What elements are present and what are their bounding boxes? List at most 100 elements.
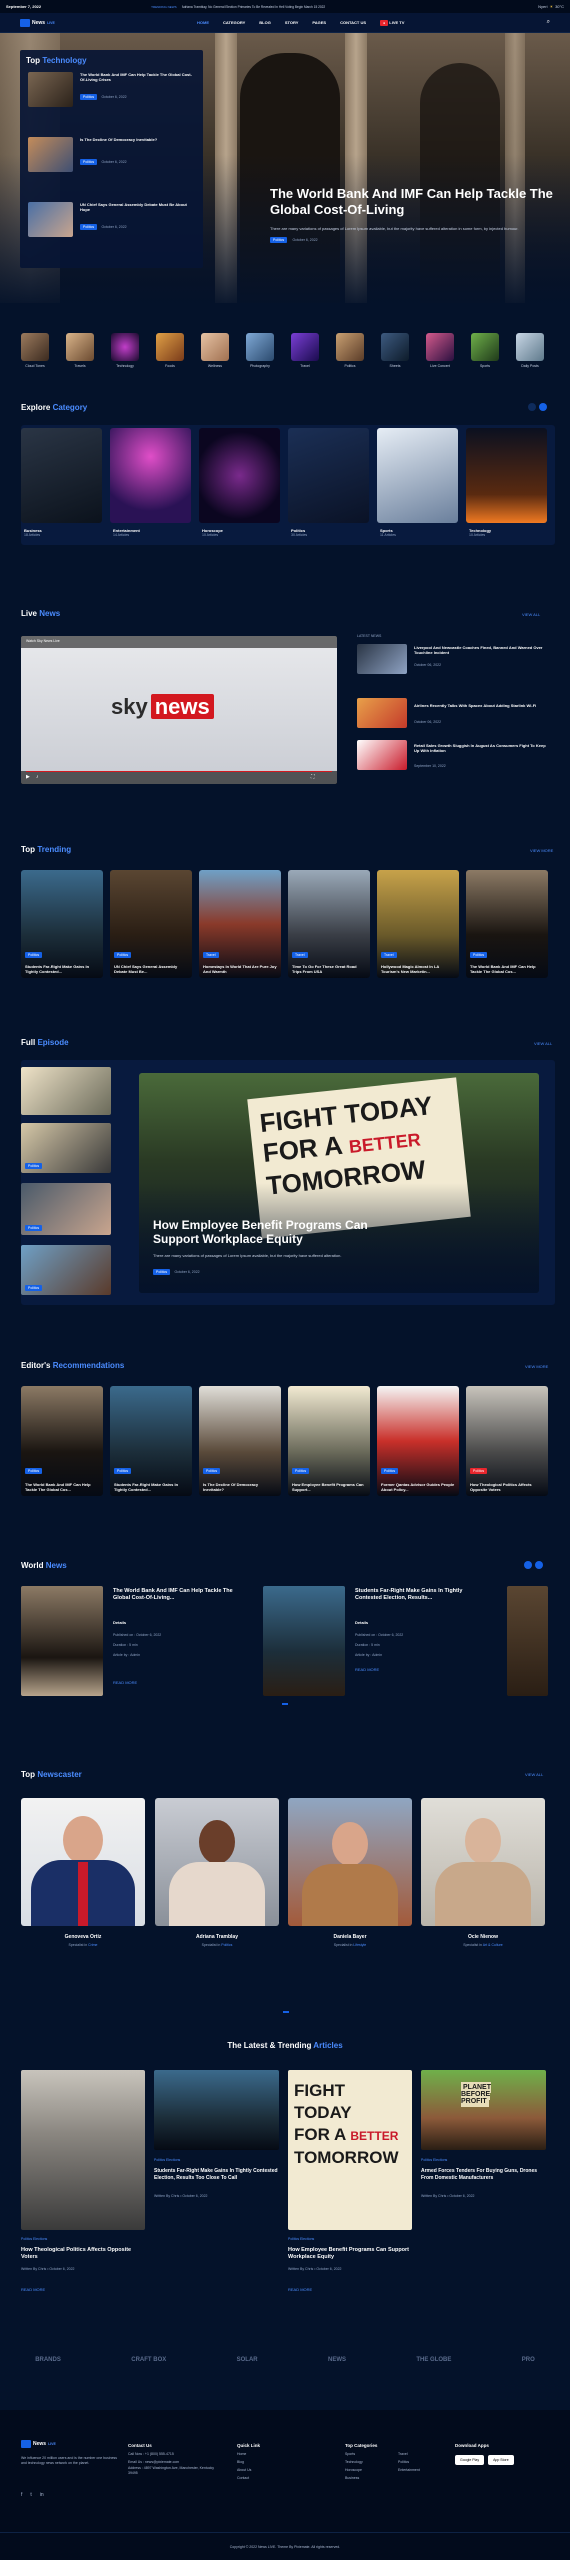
linkedin-icon[interactable]: in [40, 2492, 44, 2498]
brand-logo[interactable]: BRANDS [35, 2357, 61, 2363]
trending-card[interactable]: Politics The World Bank And IMF Can Help … [466, 870, 548, 978]
world-thumb[interactable] [507, 1586, 548, 1696]
trending-card[interactable]: Politics UN Chief Says General Assembly D… [110, 870, 192, 978]
episode-thumb[interactable]: Politics [21, 1123, 111, 1173]
side-thumb[interactable] [357, 740, 407, 770]
search-icon[interactable]: ⌕ [547, 19, 550, 26]
live-news-view-all[interactable]: VIEW ALL [522, 612, 540, 617]
side-thumb[interactable] [357, 644, 407, 674]
volume-icon[interactable]: ♪ [36, 774, 39, 780]
live-tv-link[interactable]: LIVE TV [389, 20, 404, 25]
trending-card[interactable]: Travel Hollywood Magic Almost In LA Touri… [377, 870, 459, 978]
footer-link[interactable]: Contact [237, 2474, 260, 2482]
chevron-left-icon[interactable] [524, 1561, 532, 1569]
full-episode-view-all[interactable]: VIEW ALL [534, 1041, 552, 1046]
ticker-text[interactable]: Adriana Tramblay, No General Election Pr… [182, 5, 407, 9]
nav-item-category[interactable]: CATEGORY [223, 20, 245, 25]
footer-email[interactable]: Email Us : news@pixiemate.com [128, 2458, 223, 2466]
latest-tags[interactable]: Politics Elections [21, 2237, 47, 2241]
category-item[interactable]: Daily Posts [516, 333, 544, 368]
side-title[interactable]: Airlines Recently Talks With Spacex Abou… [414, 703, 550, 708]
category-item[interactable]: Travels [66, 333, 94, 368]
category-item[interactable]: Wellness [201, 333, 229, 368]
footer-link[interactable]: About Us [237, 2466, 260, 2474]
newscaster-card[interactable]: Genoveva Ortiz Specialist in Crime [21, 1798, 145, 1947]
chevron-right-icon[interactable] [539, 403, 547, 411]
newscaster-card[interactable]: Adriana Tramblay Specialist in Politics [155, 1798, 279, 1947]
brand-logo[interactable]: NEWS [328, 2357, 346, 2363]
footer-logo[interactable]: News LIVE [21, 2440, 56, 2448]
chevron-right-icon[interactable] [535, 1561, 543, 1569]
editor-card[interactable]: Politics The World Bank And IMF Can Help … [21, 1386, 103, 1496]
footer-link[interactable]: Entertainment [398, 2466, 420, 2474]
latest-tags[interactable]: Politics Elections [154, 2158, 180, 2162]
latest-title[interactable]: How Employee Benefit Programs Can Suppor… [288, 2247, 412, 2261]
footer-link[interactable]: Sports [345, 2450, 377, 2458]
episode-tag[interactable]: Politics [153, 1269, 171, 1275]
play-icon[interactable]: ▶ [26, 774, 30, 780]
newscaster-card[interactable]: Daniela Bayer Specialist in Lifestyle [288, 1798, 412, 1947]
latest-small-image[interactable] [154, 2070, 279, 2150]
tech-title[interactable]: Is The Decline Of Democracy Inevitable? [80, 137, 195, 142]
episode-thumb[interactable]: Politics [21, 1183, 111, 1235]
trending-card[interactable]: Travel Homestays In World That Are Pure J… [199, 870, 281, 978]
app-store-badge[interactable]: App Store [488, 2455, 514, 2465]
footer-phone[interactable]: Call Now : +1 (800) 555-4715 [128, 2450, 223, 2458]
live-badge[interactable]: ● [380, 20, 389, 26]
episode-main[interactable]: FIGHT TODAY FOR A BETTER TOMORROW How Em… [139, 1073, 539, 1293]
trending-card[interactable]: Travel Time To Go For These Great Road Tr… [288, 870, 370, 978]
latest-title[interactable]: Students Far-Right Make Gains In Tightly… [154, 2168, 278, 2181]
latest-read-more[interactable]: READ MORE [288, 2287, 312, 2292]
world-read-more[interactable]: READ MORE [113, 1680, 137, 1685]
side-thumb[interactable] [357, 698, 407, 728]
tech-title[interactable]: The World Bank And IMF Can Help Tackle T… [80, 72, 195, 82]
footer-link[interactable]: Blog [237, 2458, 260, 2466]
footer-link[interactable]: Politics [398, 2458, 420, 2466]
latest-title[interactable]: Armed Forces Tenders For Buying Guns, Dr… [421, 2168, 545, 2181]
slider-indicator[interactable] [283, 2011, 289, 2013]
category-item[interactable]: Travel [291, 333, 319, 368]
site-logo[interactable]: News LIVE [20, 18, 55, 27]
world-title[interactable]: Students Far-Right Make Gains In Tightly… [355, 1588, 475, 1602]
episode-thumb[interactable] [21, 1067, 111, 1115]
side-title[interactable]: Retail Sales Growth Sluggish In August A… [414, 743, 550, 753]
top-trending-view-more[interactable]: VIEW MORE [530, 848, 553, 853]
explore-card-politics[interactable] [288, 428, 369, 523]
chevron-left-icon[interactable] [528, 403, 536, 411]
episode-thumb[interactable]: Politics [21, 1245, 111, 1295]
hero-tag[interactable]: Politics [270, 237, 288, 243]
editor-card[interactable]: Politics How Theological Politics Affects… [466, 1386, 548, 1496]
editor-card[interactable]: Politics How Employee Benefit Programs Ca… [288, 1386, 370, 1496]
twitter-icon[interactable]: t [30, 2492, 31, 2498]
category-item[interactable]: Technology [111, 333, 139, 368]
explore-card-sports[interactable] [377, 428, 458, 523]
category-item[interactable]: Live Concert [426, 333, 454, 368]
nav-item-contact[interactable]: CONTACT US [340, 20, 366, 25]
footer-link[interactable]: Technology [345, 2458, 377, 2466]
category-item[interactable]: Cloud Tones [21, 333, 49, 368]
trending-card[interactable]: Politics Students Far-Right Make Gains In… [21, 870, 103, 978]
facebook-icon[interactable]: f [21, 2492, 22, 2498]
category-item[interactable]: Foods [156, 333, 184, 368]
latest-big-image[interactable] [21, 2070, 145, 2230]
footer-link[interactable]: Business [345, 2474, 377, 2482]
world-thumb[interactable] [263, 1586, 345, 1696]
tech-tag[interactable]: Politics [80, 159, 98, 165]
world-read-more[interactable]: READ MORE [355, 1667, 379, 1672]
latest-read-more[interactable]: READ MORE [21, 2287, 45, 2292]
editor-card[interactable]: Politics Former Qantas Advisor Guides Peo… [377, 1386, 459, 1496]
hero-title[interactable]: The World Bank And IMF Can Help Tackle T… [270, 186, 555, 218]
episode-title[interactable]: How Employee Benefit Programs Can Suppor… [153, 1218, 383, 1246]
nav-item-blog[interactable]: BLOG [259, 20, 271, 25]
editors-view-more[interactable]: VIEW MORE [525, 1364, 548, 1369]
side-title[interactable]: Liverpool And Newcastle Coaches Fined, B… [414, 645, 550, 655]
google-play-badge[interactable]: Google Play [455, 2455, 485, 2465]
world-title[interactable]: The World Bank And IMF Can Help Tackle T… [113, 1588, 233, 1602]
editor-card[interactable]: Politics Is The Decline Of Democracy Inev… [199, 1386, 281, 1496]
nav-item-story[interactable]: STORY [285, 20, 299, 25]
nav-item-pages[interactable]: PAGES [312, 20, 326, 25]
latest-small-image[interactable]: PLANET BEFORE PROFIT [421, 2070, 546, 2150]
latest-tags[interactable]: Politics Elections [288, 2237, 314, 2241]
latest-tags[interactable]: Politics Elections [421, 2158, 447, 2162]
latest-big-image[interactable]: FIGHT TODAY FOR A BETTER TOMORROW [288, 2070, 412, 2230]
